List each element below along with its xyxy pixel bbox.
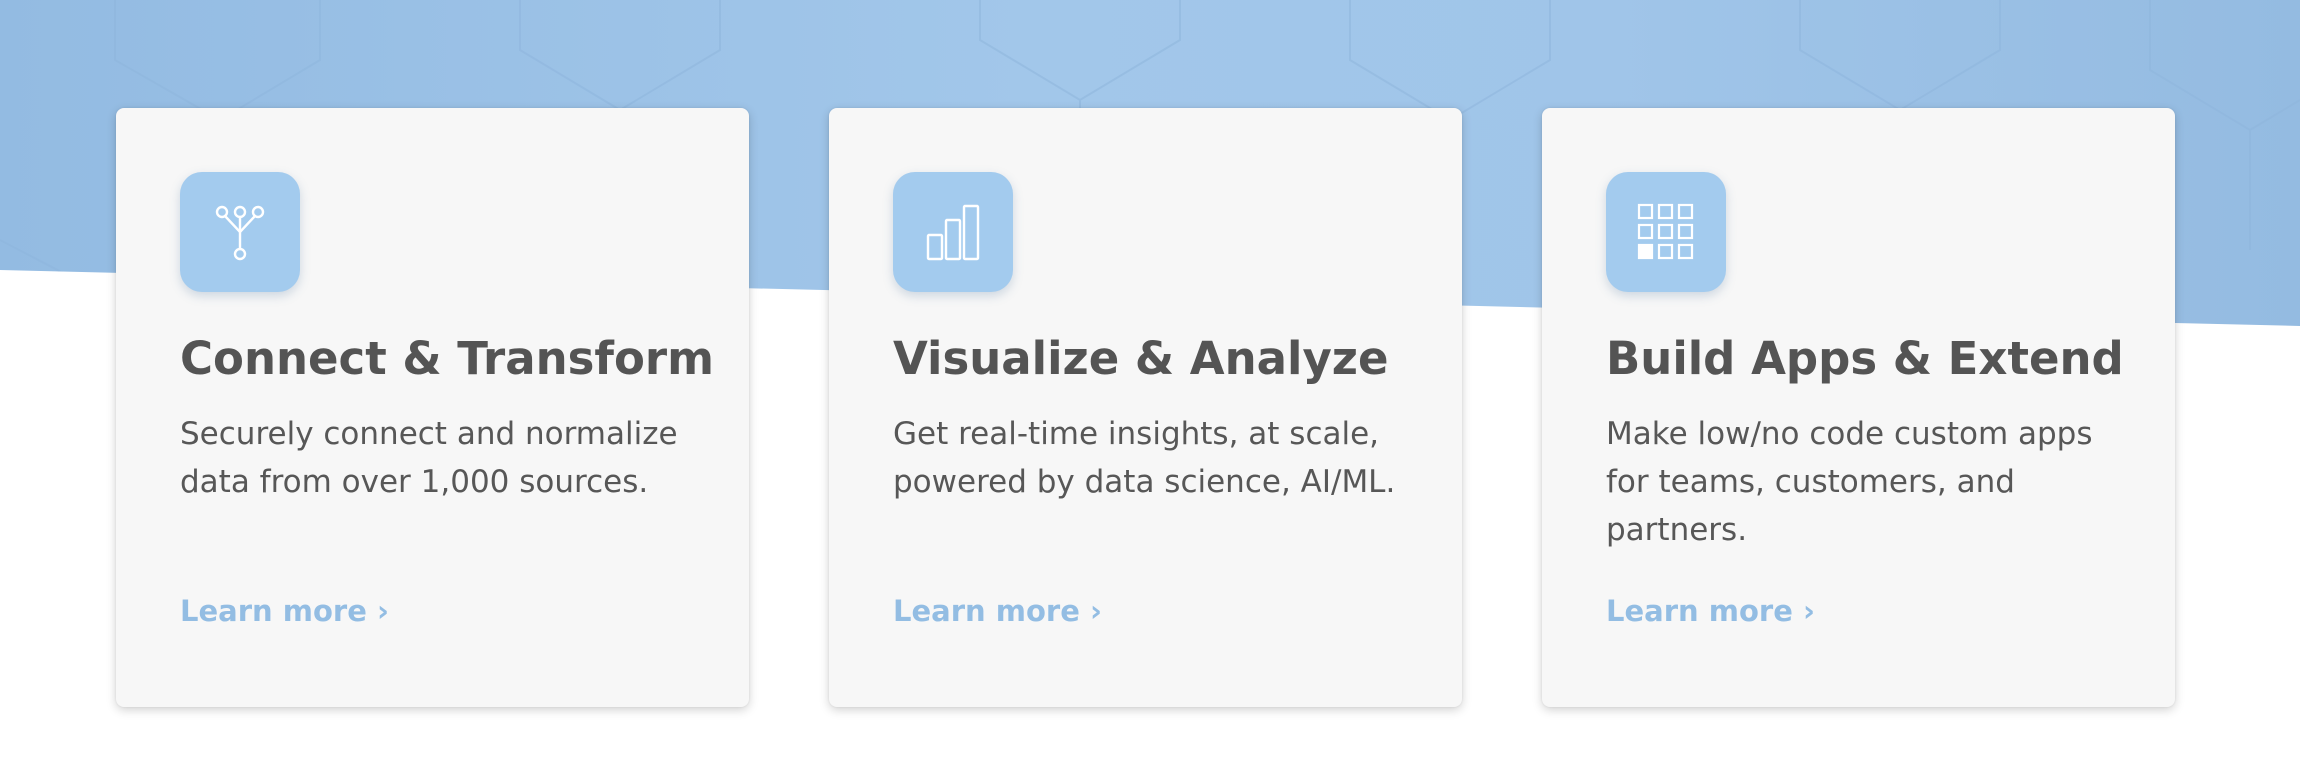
card-description: Make low/no code custom apps for teams, … xyxy=(1606,416,2093,548)
learn-more-link[interactable]: Learn more › xyxy=(180,591,389,631)
data-flow-icon xyxy=(180,172,300,292)
app-grid-icon xyxy=(1606,172,1726,292)
learn-more-link[interactable]: Learn more › xyxy=(893,591,1102,631)
features-section: Connect & Transform Securely connect and… xyxy=(0,0,2300,766)
card-title: Connect & Transform xyxy=(180,332,715,385)
feature-card-connect-transform: Connect & Transform Securely connect and… xyxy=(116,108,749,707)
learn-more-link[interactable]: Learn more › xyxy=(1606,591,1815,631)
feature-card-build-apps: Build Apps & Extend Make low/no code cus… xyxy=(1542,108,2175,707)
card-title: Build Apps & Extend xyxy=(1606,332,2124,385)
bar-chart-icon xyxy=(893,172,1013,292)
feature-card-visualize-analyze: Visualize & Analyze Get real-time insigh… xyxy=(829,108,1462,707)
card-title: Visualize & Analyze xyxy=(893,332,1389,385)
card-description: Securely connect and normalize data from… xyxy=(180,416,678,500)
card-description: Get real-time insights, at scale, powere… xyxy=(893,416,1396,500)
